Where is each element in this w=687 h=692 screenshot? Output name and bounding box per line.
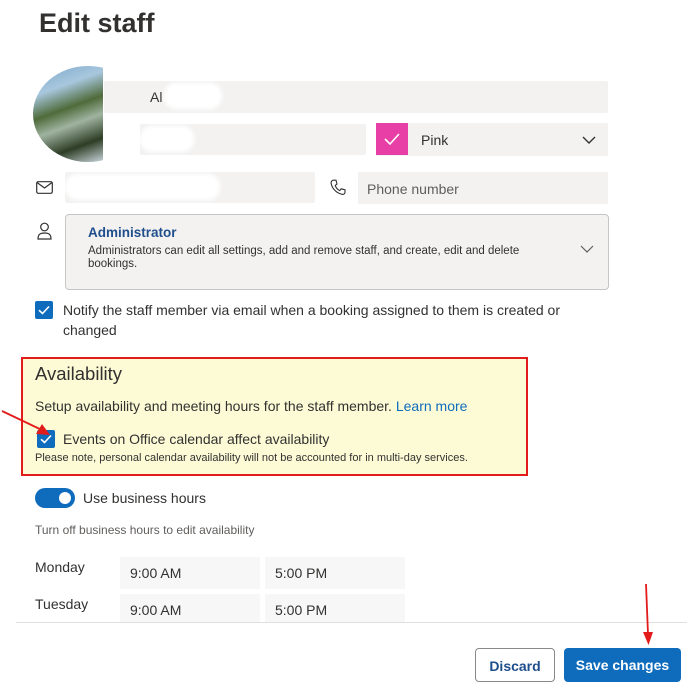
chevron-down-icon [580,244,594,254]
notify-label: Notify the staff member via email when a… [63,302,560,338]
arrow-annotation-icon [643,583,653,645]
time-value: 9:00 AM [130,602,182,618]
phone-input[interactable]: Phone number [358,172,608,204]
availability-section: Availability Setup availability and meet… [21,357,528,476]
availability-heading: Availability [35,363,123,384]
monday-end-time[interactable]: 5:00 PM [265,557,405,589]
business-hours-hint: Turn off business hours to edit availabi… [35,523,255,537]
monday-start-time[interactable]: 9:00 AM [120,557,260,589]
notify-checkbox[interactable] [35,301,53,319]
footer-divider [16,622,687,623]
role-select[interactable]: Administrator Administrators can edit al… [65,214,609,290]
person-icon [37,222,52,245]
discard-button[interactable]: Discard [475,648,555,682]
availability-description: Setup availability and meeting hours for… [35,396,467,416]
mail-icon [36,181,53,199]
availability-description-text: Setup availability and meeting hours for… [35,398,392,414]
color-swatch [376,123,408,155]
arrow-annotation-icon [1,410,50,435]
learn-more-link[interactable]: Learn more [396,398,468,414]
role-name: Administrator [88,225,177,240]
availability-note: Please note, personal calendar availabil… [35,452,468,464]
save-changes-button[interactable]: Save changes [564,648,681,682]
page-title: Edit staff [39,8,155,38]
tuesday-end-time[interactable]: 5:00 PM [265,594,405,622]
email-field[interactable] [140,124,366,155]
redaction [65,174,220,200]
email-input[interactable] [65,172,315,203]
chevron-down-icon [582,135,596,145]
phone-placeholder: Phone number [367,181,459,197]
time-value: 9:00 AM [130,565,182,581]
tuesday-start-time[interactable]: 9:00 AM [120,594,260,622]
role-description: Administrators can edit all settings, ad… [88,245,520,270]
color-select[interactable]: Pink [376,123,608,156]
business-hours-toggle[interactable] [35,488,75,508]
check-icon [38,305,50,315]
business-hours-label: Use business hours [83,490,206,506]
check-icon [384,133,400,146]
color-select-value: Pink [421,132,449,148]
redaction [140,126,194,152]
redaction [164,83,222,109]
office-calendar-label: Events on Office calendar affect availab… [63,431,330,447]
name-field-value: Al [150,89,163,105]
time-value: 5:00 PM [275,565,328,581]
day-label-monday: Monday [35,559,85,575]
avatar-image [33,66,103,162]
name-field[interactable]: Al [104,81,608,113]
day-label-tuesday: Tuesday [35,596,89,612]
toggle-knob [59,492,71,504]
time-value: 5:00 PM [275,602,328,618]
phone-icon [330,179,346,201]
